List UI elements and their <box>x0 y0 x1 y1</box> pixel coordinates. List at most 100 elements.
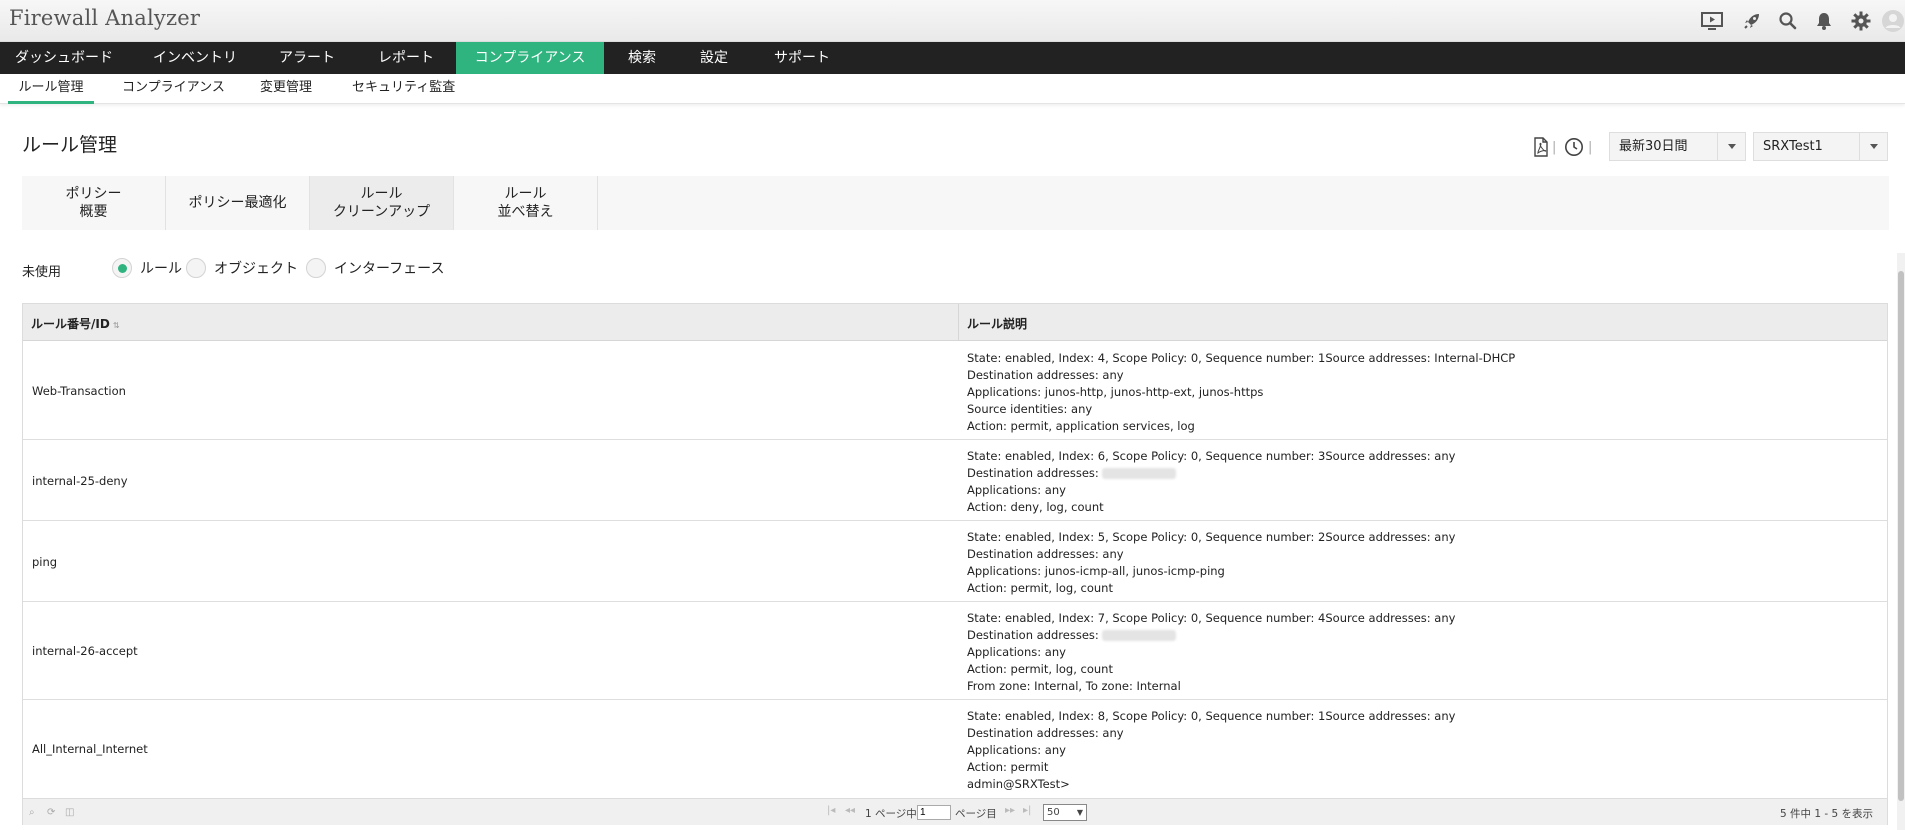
rule-description: State: enabled, Index: 6, Scope Policy: … <box>967 448 1455 516</box>
tab-label-line2: 並べ替え <box>497 204 554 220</box>
table-pager: ⌕ ⟳ ◫ |◂ ◂◂ 1 ページ中 ページ目 ▸▸ ▸| 50 5 件中 1 … <box>23 798 1887 825</box>
desc-line: Action: permit, log, count <box>967 581 1113 595</box>
desc-line: Applications: any <box>967 645 1066 659</box>
tab-policy-overview[interactable]: ポリシー 概要 <box>22 176 166 230</box>
tab-label-line1: ルール <box>504 186 547 202</box>
pager-refresh-icon[interactable]: ⟳ <box>47 807 59 819</box>
radio-interface[interactable]: インターフェース <box>306 258 444 278</box>
chevron-down-icon <box>1859 133 1887 160</box>
next-page-icon[interactable]: ▸▸ <box>1005 805 1015 816</box>
rule-description: State: enabled, Index: 4, Scope Policy: … <box>967 350 1515 435</box>
radio-indicator <box>186 258 206 278</box>
pdf-export-icon[interactable] <box>1530 136 1552 158</box>
desc-line: Destination addresses: <box>967 628 1099 642</box>
nav-tab-alerts[interactable]: アラート <box>262 42 352 74</box>
subnav-rule-management[interactable]: ルール管理 <box>8 74 94 104</box>
period-select-value: 最新30日間 <box>1619 139 1688 154</box>
radio-indicator <box>306 258 326 278</box>
rule-id: Web-Transaction <box>32 384 126 398</box>
radio-object[interactable]: オブジェクト <box>186 258 298 278</box>
toolbar-separator: | <box>1588 140 1593 155</box>
pager-search-icon[interactable]: ⌕ <box>29 807 41 819</box>
page-size-select[interactable]: 50 <box>1043 804 1087 821</box>
rocket-icon[interactable] <box>1740 9 1764 33</box>
subnav-change-management[interactable]: 変更管理 <box>260 74 312 104</box>
column-header-rule-id[interactable]: ルール番号/ID ⇅ <box>31 315 120 332</box>
radio-label: オブジェクト <box>214 261 298 277</box>
prev-page-icon[interactable]: ◂◂ <box>845 805 855 816</box>
radio-rule[interactable]: ルール <box>112 258 182 278</box>
desc-line: From zone: Internal, To zone: Internal <box>967 679 1181 693</box>
nav-tab-search[interactable]: 検索 <box>612 42 672 74</box>
desc-line: Applications: any <box>967 483 1066 497</box>
last-page-icon[interactable]: ▸| <box>1023 805 1031 816</box>
page-number-input[interactable] <box>917 805 951 820</box>
radio-label: インターフェース <box>334 261 445 277</box>
page-title: ルール管理 <box>22 134 118 156</box>
scrollbar-thumb[interactable] <box>1898 271 1904 801</box>
search-icon[interactable] <box>1776 9 1800 33</box>
table-row[interactable]: All_Internal_Internet State: enabled, In… <box>23 700 1887 798</box>
schedule-clock-icon[interactable] <box>1563 136 1585 158</box>
table-row[interactable]: internal-25-deny State: enabled, Index: … <box>23 440 1887 521</box>
redacted-value <box>1101 630 1176 641</box>
rule-description: State: enabled, Index: 7, Scope Policy: … <box>967 610 1455 695</box>
chevron-down-icon <box>1717 133 1745 160</box>
screen-share-icon[interactable] <box>1700 9 1724 33</box>
nav-tab-reports[interactable]: レポート <box>360 42 452 74</box>
radio-selected-indicator <box>112 258 132 278</box>
pager-summary: 5 件中 1 - 5 を表示 <box>1779 808 1873 820</box>
table-row[interactable]: internal-26-accept State: enabled, Index… <box>23 602 1887 700</box>
tab-label-line2: 概要 <box>79 204 108 220</box>
tab-label-line2: クリーンアップ <box>332 204 431 220</box>
nav-tab-support[interactable]: サポート <box>760 42 844 74</box>
tab-policy-optimization[interactable]: ポリシー最適化 <box>166 176 310 230</box>
column-divider <box>958 304 959 341</box>
first-page-icon[interactable]: |◂ <box>827 805 835 816</box>
sort-icon[interactable]: ⇅ <box>113 321 120 330</box>
rule-id: internal-25-deny <box>32 474 128 488</box>
unused-filter-label: 未使用 <box>22 265 62 280</box>
page-scrollbar[interactable] <box>1897 253 1905 830</box>
desc-line: State: enabled, Index: 5, Scope Policy: … <box>967 530 1456 544</box>
device-select-value: SRXTest1 <box>1763 139 1823 154</box>
nav-tab-dashboard[interactable]: ダッシュボード <box>0 42 128 74</box>
pager-columns-icon[interactable]: ◫ <box>65 807 77 819</box>
desc-line: Destination addresses: any <box>967 368 1124 382</box>
desc-line: Action: permit, log, count <box>967 662 1113 676</box>
tab-rule-cleanup[interactable]: ルール クリーンアップ <box>310 176 454 230</box>
device-select[interactable]: SRXTest1 <box>1753 132 1888 161</box>
user-avatar-icon[interactable] <box>1881 9 1905 33</box>
tab-rule-reorder[interactable]: ルール 並べ替え <box>454 176 598 230</box>
redacted-value <box>1101 468 1176 479</box>
gear-icon[interactable] <box>1849 9 1873 33</box>
nav-tab-inventory[interactable]: インベントリ <box>136 42 254 74</box>
rule-id: All_Internal_Internet <box>32 742 148 756</box>
table-header: ルール番号/ID ⇅ ルール説明 <box>23 304 1887 341</box>
bell-icon[interactable] <box>1812 9 1836 33</box>
radio-label: ルール <box>140 261 182 277</box>
desc-line: Action: deny, log, count <box>967 500 1104 514</box>
desc-line: State: enabled, Index: 4, Scope Policy: … <box>967 351 1516 365</box>
subnav-security-audit[interactable]: セキュリティ監査 <box>352 74 455 104</box>
desc-line: Source identities: any <box>967 402 1093 416</box>
desc-line: State: enabled, Index: 7, Scope Policy: … <box>967 611 1456 625</box>
period-select[interactable]: 最新30日間 <box>1609 132 1746 161</box>
subnav-compliance[interactable]: コンプライアンス <box>122 74 225 104</box>
desc-line: Applications: any <box>967 743 1066 757</box>
rule-description: State: enabled, Index: 5, Scope Policy: … <box>967 529 1455 597</box>
sub-nav: ルール管理 コンプライアンス 変更管理 セキュリティ監査 <box>0 74 1905 104</box>
nav-tab-compliance[interactable]: コンプライアンス <box>456 42 604 74</box>
column-header-label: ルール番号/ID <box>31 317 110 331</box>
rule-sub-tabs: ポリシー 概要 ポリシー最適化 ルール クリーンアップ ルール 並べ替え <box>22 176 1889 230</box>
tab-label-line1: ルール <box>360 186 403 202</box>
table-row[interactable]: ping State: enabled, Index: 5, Scope Pol… <box>23 521 1887 602</box>
table-row[interactable]: Web-Transaction State: enabled, Index: 4… <box>23 342 1887 440</box>
desc-line: Action: permit <box>967 760 1049 774</box>
tab-label-line1: ポリシー <box>65 186 122 202</box>
desc-line: State: enabled, Index: 6, Scope Policy: … <box>967 449 1456 463</box>
rule-id: ping <box>32 555 58 569</box>
rules-table: ルール番号/ID ⇅ ルール説明 Web-Transaction State: e… <box>22 303 1888 825</box>
nav-tab-settings[interactable]: 設定 <box>684 42 744 74</box>
rule-description: State: enabled, Index: 8, Scope Policy: … <box>967 708 1455 793</box>
